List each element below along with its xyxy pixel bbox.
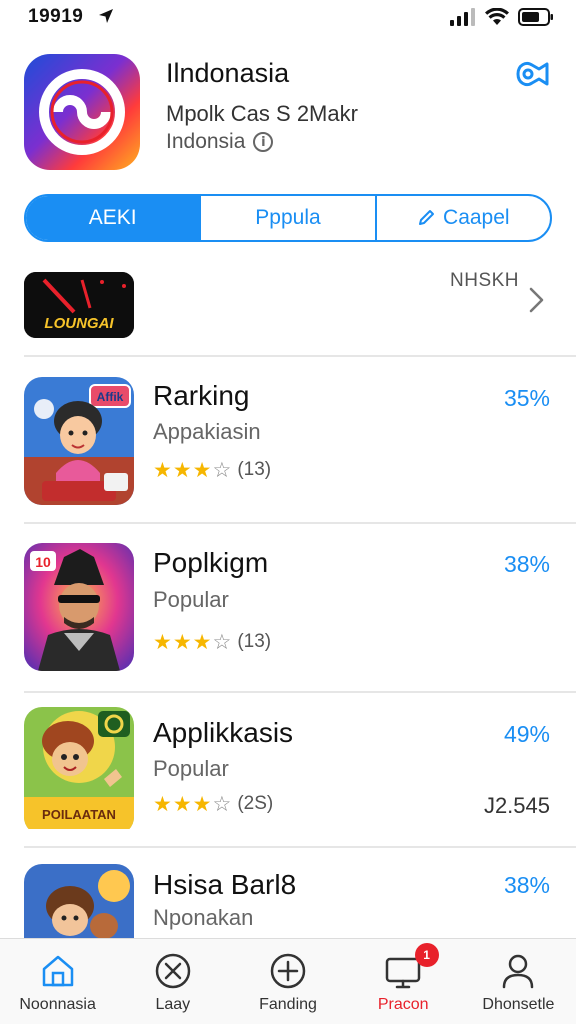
icon-badge-text: POILAATAN xyxy=(42,807,116,822)
row-percent: 49% xyxy=(503,721,550,747)
rating-row: ★ ★ ★ ☆ (13) xyxy=(153,631,271,653)
notification-badge: 1 xyxy=(414,943,439,967)
share-icon[interactable] xyxy=(512,56,552,92)
divider xyxy=(24,522,576,524)
signal-icon xyxy=(450,8,475,26)
home-icon xyxy=(42,955,73,987)
rating-row: ★ ★ ★ ☆ (13) xyxy=(153,459,271,481)
divider xyxy=(24,846,576,848)
tab-noonnasia[interactable]: Noonnasia xyxy=(0,939,115,1024)
battery-icon xyxy=(518,8,553,26)
row-percent: 38% xyxy=(503,872,550,898)
segment-pppula[interactable]: Pppula xyxy=(199,196,374,240)
rating-count: (13) xyxy=(237,459,272,480)
status-time: 19919 xyxy=(28,6,84,27)
row-percent: 35% xyxy=(503,385,550,411)
app-title: Ilndonasia xyxy=(166,58,290,88)
divider xyxy=(24,691,576,693)
tab-dhonsetle[interactable]: Dhonsetle xyxy=(461,939,576,1024)
row-title[interactable]: Applikkasis xyxy=(153,717,293,749)
app-icon-rarking[interactable]: Affik xyxy=(24,377,134,505)
region-text: Indonsia xyxy=(166,130,246,153)
location-arrow-icon xyxy=(99,9,113,23)
app-icon-poplkigm[interactable]: 10 xyxy=(24,543,134,671)
row-title[interactable]: Poplkigm xyxy=(153,547,268,579)
tab-label: Pracon xyxy=(377,996,429,1013)
status-bar: 19919 xyxy=(0,0,576,36)
plus-circle-icon xyxy=(270,953,306,989)
icon-badge-text: 10 xyxy=(35,554,51,570)
row-title[interactable]: Rarking xyxy=(153,380,249,412)
banner-logo-text: LOUNGAI xyxy=(44,315,114,332)
app-logo xyxy=(24,54,140,170)
person-icon xyxy=(503,954,534,989)
segment-caapel[interactable]: Caapel xyxy=(374,196,550,240)
tab-laay[interactable]: Laay xyxy=(115,939,230,1024)
segment-label: Pppula xyxy=(255,206,321,229)
row-subtitle: Appakiasin xyxy=(153,419,261,444)
pencil-icon xyxy=(419,210,435,225)
row-title[interactable]: Hsisa Barl8 xyxy=(153,869,296,901)
row-subtitle: Popular xyxy=(153,756,229,781)
row-subtitle: Popular xyxy=(153,587,229,612)
row-subtitle: Nponakan xyxy=(153,905,254,930)
wifi-icon xyxy=(485,8,509,25)
star-rating: ★ ★ ★ ☆ xyxy=(153,791,232,816)
banner-thumbnail[interactable]: LOUNGAI xyxy=(24,272,134,338)
app-icon-applikkasis[interactable]: POILAATAN xyxy=(24,707,134,835)
rating-row: ★ ★ ★ ☆ (2S) xyxy=(153,793,273,815)
row-extra-value: J2.545 xyxy=(483,793,550,818)
tab-label: Fanding xyxy=(259,996,317,1013)
chevron-right-icon[interactable] xyxy=(528,286,546,314)
tab-pracon[interactable]: 1 Pracon xyxy=(346,939,461,1024)
segment-label: Caapel xyxy=(443,206,510,229)
rating-count: (2S) xyxy=(237,793,274,814)
segmented-control: AEKI Pppula Caapel xyxy=(24,194,552,242)
segment-aeki[interactable]: AEKI xyxy=(26,196,200,240)
segment-label: AEKI xyxy=(88,206,137,229)
tab-label: Laay xyxy=(155,996,191,1013)
rating-count: (13) xyxy=(237,631,272,652)
tab-fanding[interactable]: Fanding xyxy=(230,939,345,1024)
info-icon[interactable]: i xyxy=(253,132,274,152)
tab-label: Dhonsetle xyxy=(482,996,555,1013)
region-label: Indonsia i xyxy=(166,130,274,154)
tab-bar: Noonnasia Laay Fanding 1 Pracon Dhonsetl… xyxy=(0,938,576,1024)
star-rating: ★ ★ ★ ☆ xyxy=(153,457,232,482)
star-rating: ★ ★ ★ ☆ xyxy=(153,629,232,654)
icon-badge-text: Affik xyxy=(97,390,124,404)
row-percent: 38% xyxy=(503,551,550,577)
app-subtitle: Mpolk Cas S 2Makr xyxy=(166,101,358,126)
tab-label: Noonnasia xyxy=(19,996,96,1013)
divider xyxy=(24,355,576,357)
compass-icon xyxy=(155,953,191,989)
banner-link-text[interactable]: NHSKH xyxy=(450,270,519,292)
